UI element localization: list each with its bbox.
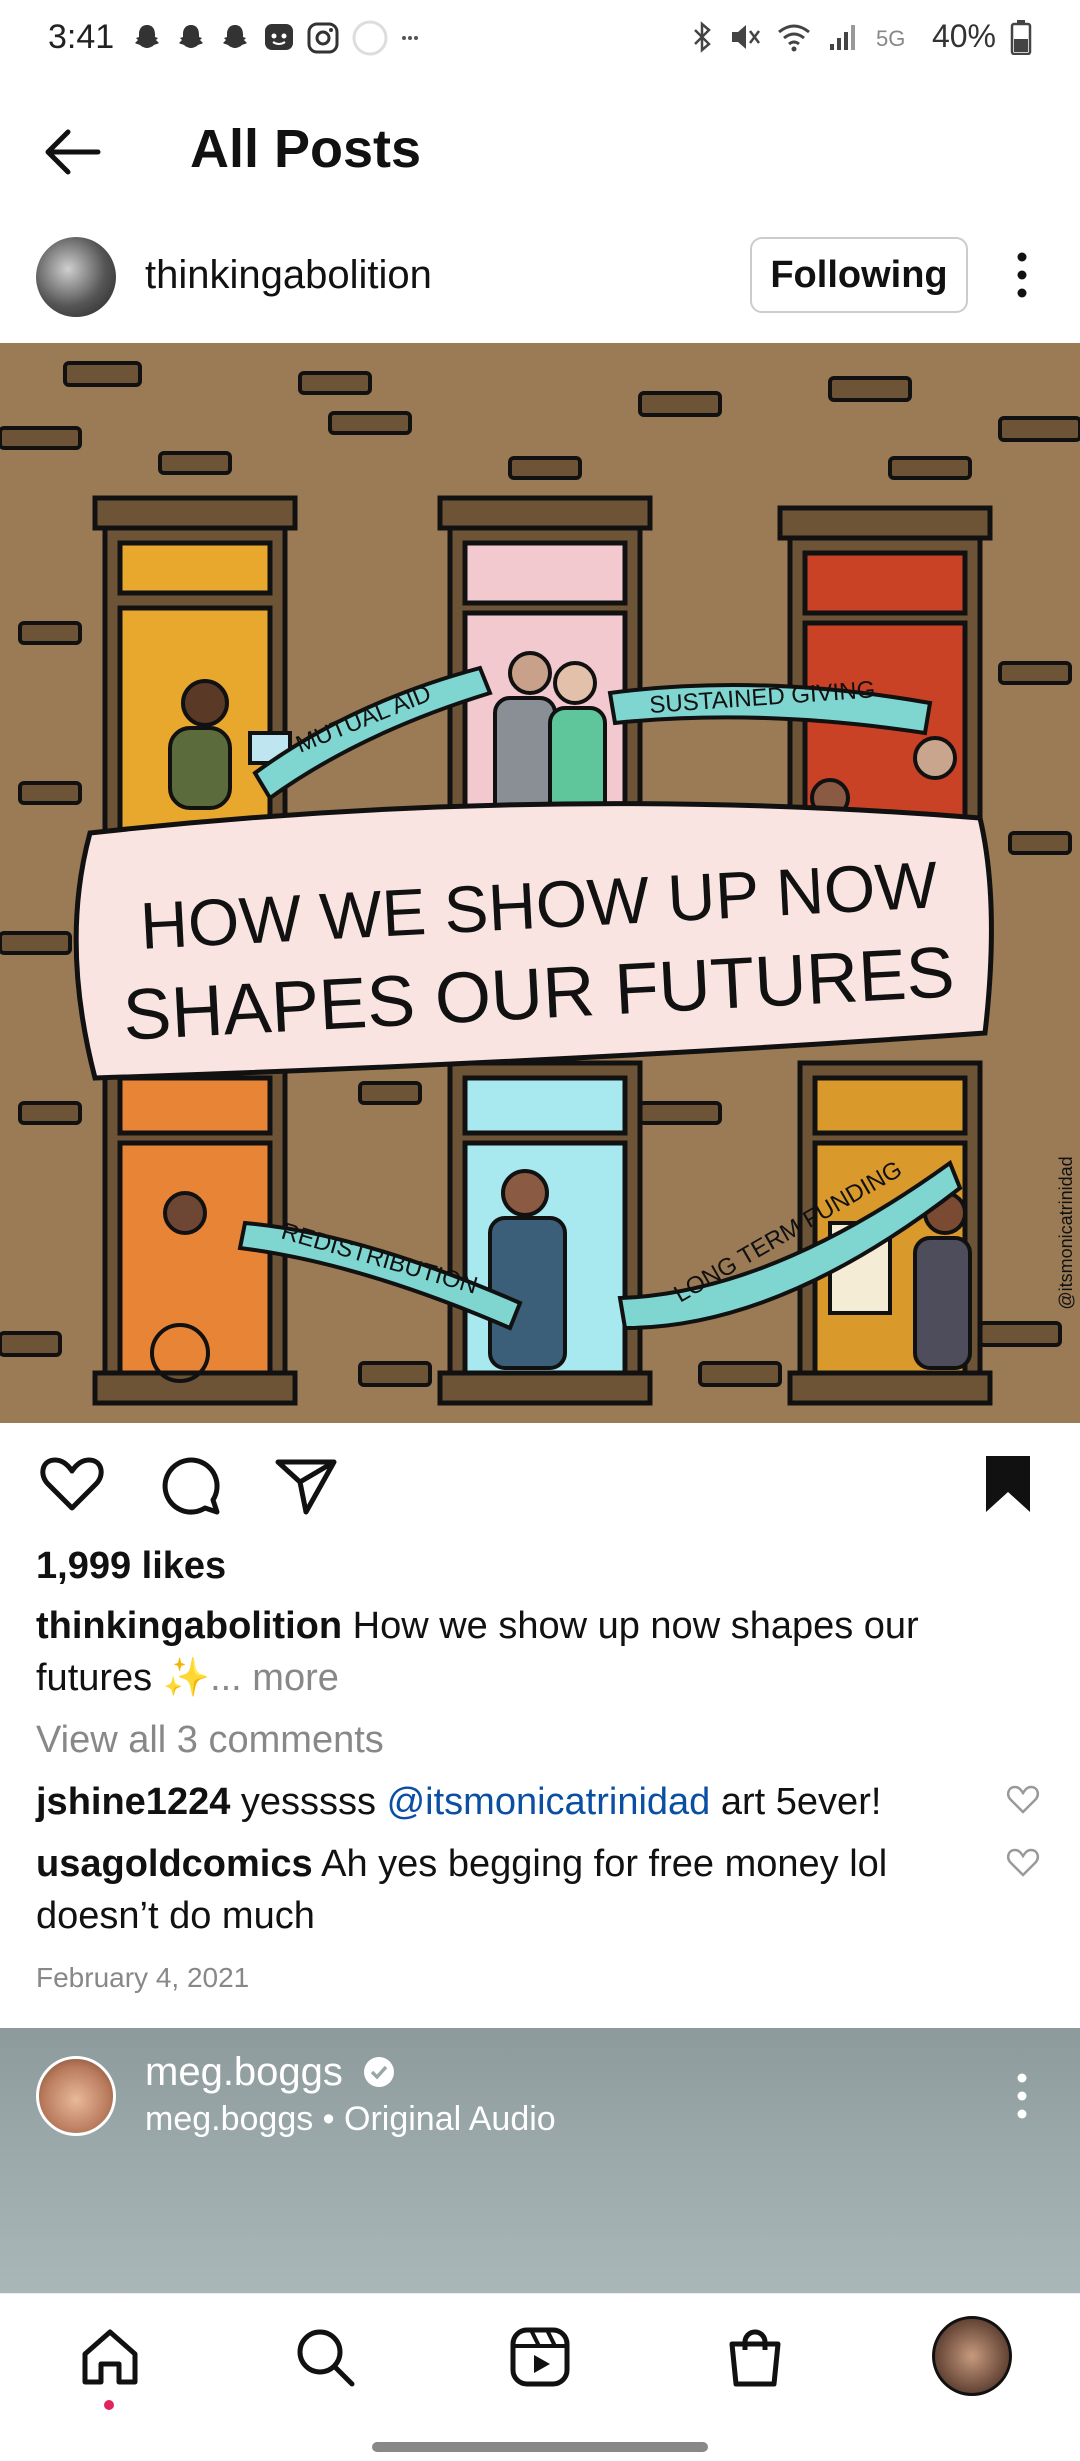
comment-text: art 5ever! (720, 1781, 882, 1823)
caption: thinkingabolition How we show up now sha… (36, 1600, 1036, 1704)
heart-icon[interactable] (36, 1448, 108, 1520)
notification-icons (130, 18, 420, 58)
snapchat-icon (135, 25, 159, 48)
comment-row: jshine1224 yesssss @itsmonicatrinidad ar… (36, 1776, 986, 1828)
wifi-icon (778, 24, 810, 51)
post-header: thinkingabolition Following (0, 225, 1080, 345)
post-actions (0, 1440, 1080, 1530)
signal-icon (829, 24, 855, 50)
more-vertical-icon[interactable] (1004, 2068, 1040, 2124)
instagram-icon (307, 22, 339, 54)
reel-preview[interactable]: meg.boggs meg.boggs • Original Audio (0, 2028, 1080, 2293)
messenger-app-icon (265, 24, 293, 50)
status-time: 3:41 (48, 18, 115, 56)
back-arrow-icon[interactable] (40, 120, 104, 184)
page-title: All Posts (190, 119, 422, 179)
snapchat-icon (223, 25, 247, 48)
view-all-comments-link[interactable]: View all 3 comments (36, 1714, 384, 1766)
mute-icon (731, 24, 760, 49)
more-link[interactable]: ... more (210, 1657, 339, 1699)
heart-icon[interactable] (1005, 1782, 1041, 1816)
notification-dot (104, 2400, 114, 2410)
heart-icon[interactable] (1005, 1845, 1041, 1879)
more-vertical-icon[interactable] (1004, 247, 1040, 303)
comment-username[interactable]: jshine1224 (36, 1781, 230, 1823)
comment-username[interactable]: usagoldcomics (36, 1843, 313, 1885)
battery-icon (1010, 19, 1032, 55)
status-bar: 3:41 5G 40% (0, 0, 1080, 80)
comment-row: usagoldcomics Ah yes begging for free mo… (36, 1838, 986, 1942)
profile-avatar[interactable] (932, 2316, 1012, 2396)
5g-icon: 5G (876, 26, 905, 51)
send-icon[interactable] (270, 1448, 342, 1520)
likes-count[interactable]: 1,999 likes (36, 1540, 226, 1592)
top-app-bar: All Posts (0, 90, 1080, 210)
system-icons: 5G 40% (690, 18, 1032, 55)
bookmark-icon[interactable] (972, 1448, 1044, 1520)
battery-percent: 40% (931, 18, 996, 54)
comment-icon[interactable] (155, 1448, 227, 1520)
post-username[interactable]: thinkingabolition (145, 253, 432, 298)
bottom-navigation (0, 2293, 1080, 2461)
home-icon[interactable] (75, 2322, 145, 2392)
shop-icon[interactable] (720, 2322, 790, 2392)
home-indicator[interactable] (372, 2442, 708, 2452)
svg-text:5G: 5G (876, 26, 905, 51)
avatar[interactable] (36, 2056, 116, 2136)
circle-icon (352, 20, 388, 56)
post-date: February 4, 2021 (36, 1962, 250, 1993)
verified-badge-icon (364, 2057, 395, 2087)
reel-audio[interactable]: meg.boggs • Original Audio (145, 2100, 556, 2139)
comment-text: yesssss (240, 1781, 377, 1823)
reel-username[interactable]: meg.boggs (145, 2050, 396, 2095)
snapchat-icon (179, 25, 203, 48)
following-button[interactable]: Following (750, 237, 968, 313)
overflow-dots-icon (402, 36, 418, 40)
post-image[interactable]: MUTUAL AID SUSTAINED GIVING REDISTRIBUTI… (0, 343, 1080, 1423)
artist-signature: @itsmonicatrinidad (1056, 1156, 1076, 1309)
sparkles-emoji: ✨ (162, 1657, 211, 1699)
comment-mention[interactable]: @itsmonicatrinidad (387, 1781, 711, 1823)
avatar[interactable] (36, 237, 116, 317)
caption-username[interactable]: thinkingabolition (36, 1605, 342, 1647)
reels-icon[interactable] (505, 2322, 575, 2392)
search-icon[interactable] (290, 2322, 360, 2392)
bluetooth-icon (694, 20, 711, 53)
